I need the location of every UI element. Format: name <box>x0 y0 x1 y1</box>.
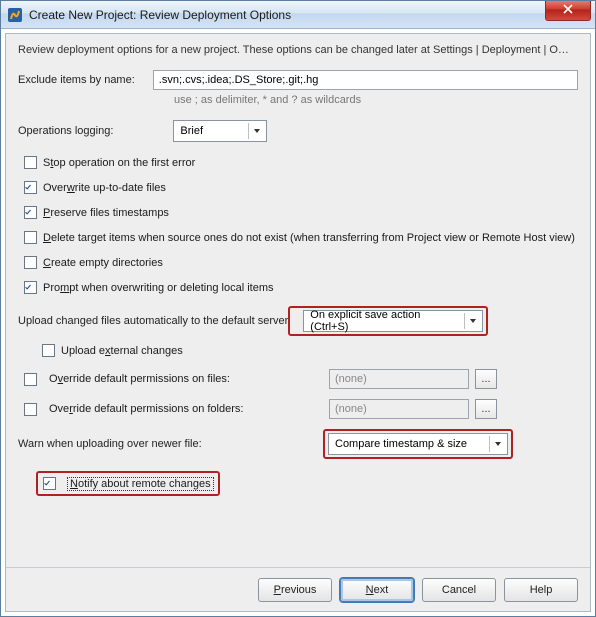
checkbox-icon[interactable] <box>24 373 37 386</box>
upload-auto-select[interactable]: On explicit save action (Ctrl+S) <box>303 310 483 332</box>
chevron-down-icon <box>464 313 480 329</box>
perm-files-browse-button[interactable]: ... <box>475 369 497 389</box>
perm-files-input <box>329 369 469 389</box>
checkbox-icon <box>24 256 37 269</box>
checkbox-icon[interactable] <box>24 403 37 416</box>
upload-auto-value: On explicit save action (Ctrl+S) <box>310 309 458 333</box>
chk-label: Preserve files timestamps <box>43 207 169 219</box>
warn-select[interactable]: Compare timestamp & size <box>328 433 508 455</box>
chk-label: Stop operation on the first error <box>43 157 195 169</box>
checkbox-icon <box>24 281 37 294</box>
previous-button[interactable]: Previous <box>258 578 332 602</box>
warn-newer-row: Warn when uploading over newer file: Com… <box>18 429 578 459</box>
chk-overwrite-uptodate[interactable]: Overwrite up-to-date files <box>24 181 578 194</box>
chk-upload-external[interactable]: Upload external changes <box>42 344 578 357</box>
close-icon <box>563 4 573 17</box>
warn-label: Warn when uploading over newer file: <box>18 438 323 450</box>
app-icon <box>7 7 23 23</box>
perm-folders-input <box>329 399 469 419</box>
window-title: Create New Project: Review Deployment Op… <box>29 8 291 22</box>
chk-label: Overwrite up-to-date files <box>43 182 166 194</box>
oplog-label: Operations logging: <box>18 125 113 137</box>
dialog-window: Create New Project: Review Deployment Op… <box>0 0 596 617</box>
exclude-input[interactable] <box>153 70 578 90</box>
titlebar[interactable]: Create New Project: Review Deployment Op… <box>1 1 595 29</box>
highlight-notify: Notify about remote changes <box>36 471 220 496</box>
perm-folders-row: Override default permissions on folders:… <box>24 399 578 419</box>
oplog-select[interactable]: Brief <box>173 120 267 142</box>
description-text: Review deployment options for a new proj… <box>18 44 578 56</box>
checkbox-icon <box>42 344 55 357</box>
chk-label: Prompt when overwriting or deleting loca… <box>43 282 274 294</box>
checkbox-icon <box>24 231 37 244</box>
help-button[interactable]: Help <box>504 578 578 602</box>
checkbox-icon <box>24 181 37 194</box>
checkbox-icon <box>24 206 37 219</box>
chk-create-empty-dirs[interactable]: Create empty directories <box>24 256 578 269</box>
oplog-value: Brief <box>180 125 242 137</box>
upload-auto-label: Upload changed files automatically to th… <box>18 315 288 327</box>
warn-value: Compare timestamp & size <box>335 438 483 450</box>
dialog-footer: Previous Next Cancel Help <box>6 567 590 611</box>
checkbox-icon <box>24 156 37 169</box>
close-button[interactable] <box>545 1 591 21</box>
chevron-down-icon <box>489 436 505 452</box>
chk-stop-first-error[interactable]: Stop operation on the first error <box>24 156 578 169</box>
chk-label: Create empty directories <box>43 257 163 269</box>
perm-folders-browse-button[interactable]: ... <box>475 399 497 419</box>
chk-label: Override default permissions on folders: <box>49 403 243 415</box>
upload-auto-row: Upload changed files automatically to th… <box>18 306 578 336</box>
oplog-row: Operations logging: Brief <box>18 120 578 142</box>
chk-prompt-overwrite[interactable]: Prompt when overwriting or deleting loca… <box>24 281 578 294</box>
exclude-hint: use ; as delimiter, * and ? as wildcards <box>174 94 578 106</box>
chevron-down-icon <box>248 123 264 139</box>
perm-files-row: Override default permissions on files: .… <box>24 369 578 389</box>
chk-label: Notify about remote changes <box>68 478 213 490</box>
chk-label: Override default permissions on files: <box>49 373 230 385</box>
notify-remote-wrap: Notify about remote changes <box>36 471 578 496</box>
exclude-label: Exclude items by name: <box>18 74 135 86</box>
next-button[interactable]: Next <box>340 578 414 602</box>
cancel-button[interactable]: Cancel <box>422 578 496 602</box>
chk-label: Delete target items when source ones do … <box>43 232 575 244</box>
chk-label: Upload external changes <box>61 345 183 357</box>
checkbox-icon[interactable] <box>43 477 56 490</box>
chk-delete-target[interactable]: Delete target items when source ones do … <box>24 231 578 244</box>
chk-preserve-timestamps[interactable]: Preserve files timestamps <box>24 206 578 219</box>
client-area: Review deployment options for a new proj… <box>1 29 595 616</box>
highlight-warn-select: Compare timestamp & size <box>323 429 513 459</box>
content-panel: Review deployment options for a new proj… <box>5 33 591 612</box>
highlight-upload-select: On explicit save action (Ctrl+S) <box>288 306 488 336</box>
exclude-row: Exclude items by name: <box>18 70 578 90</box>
